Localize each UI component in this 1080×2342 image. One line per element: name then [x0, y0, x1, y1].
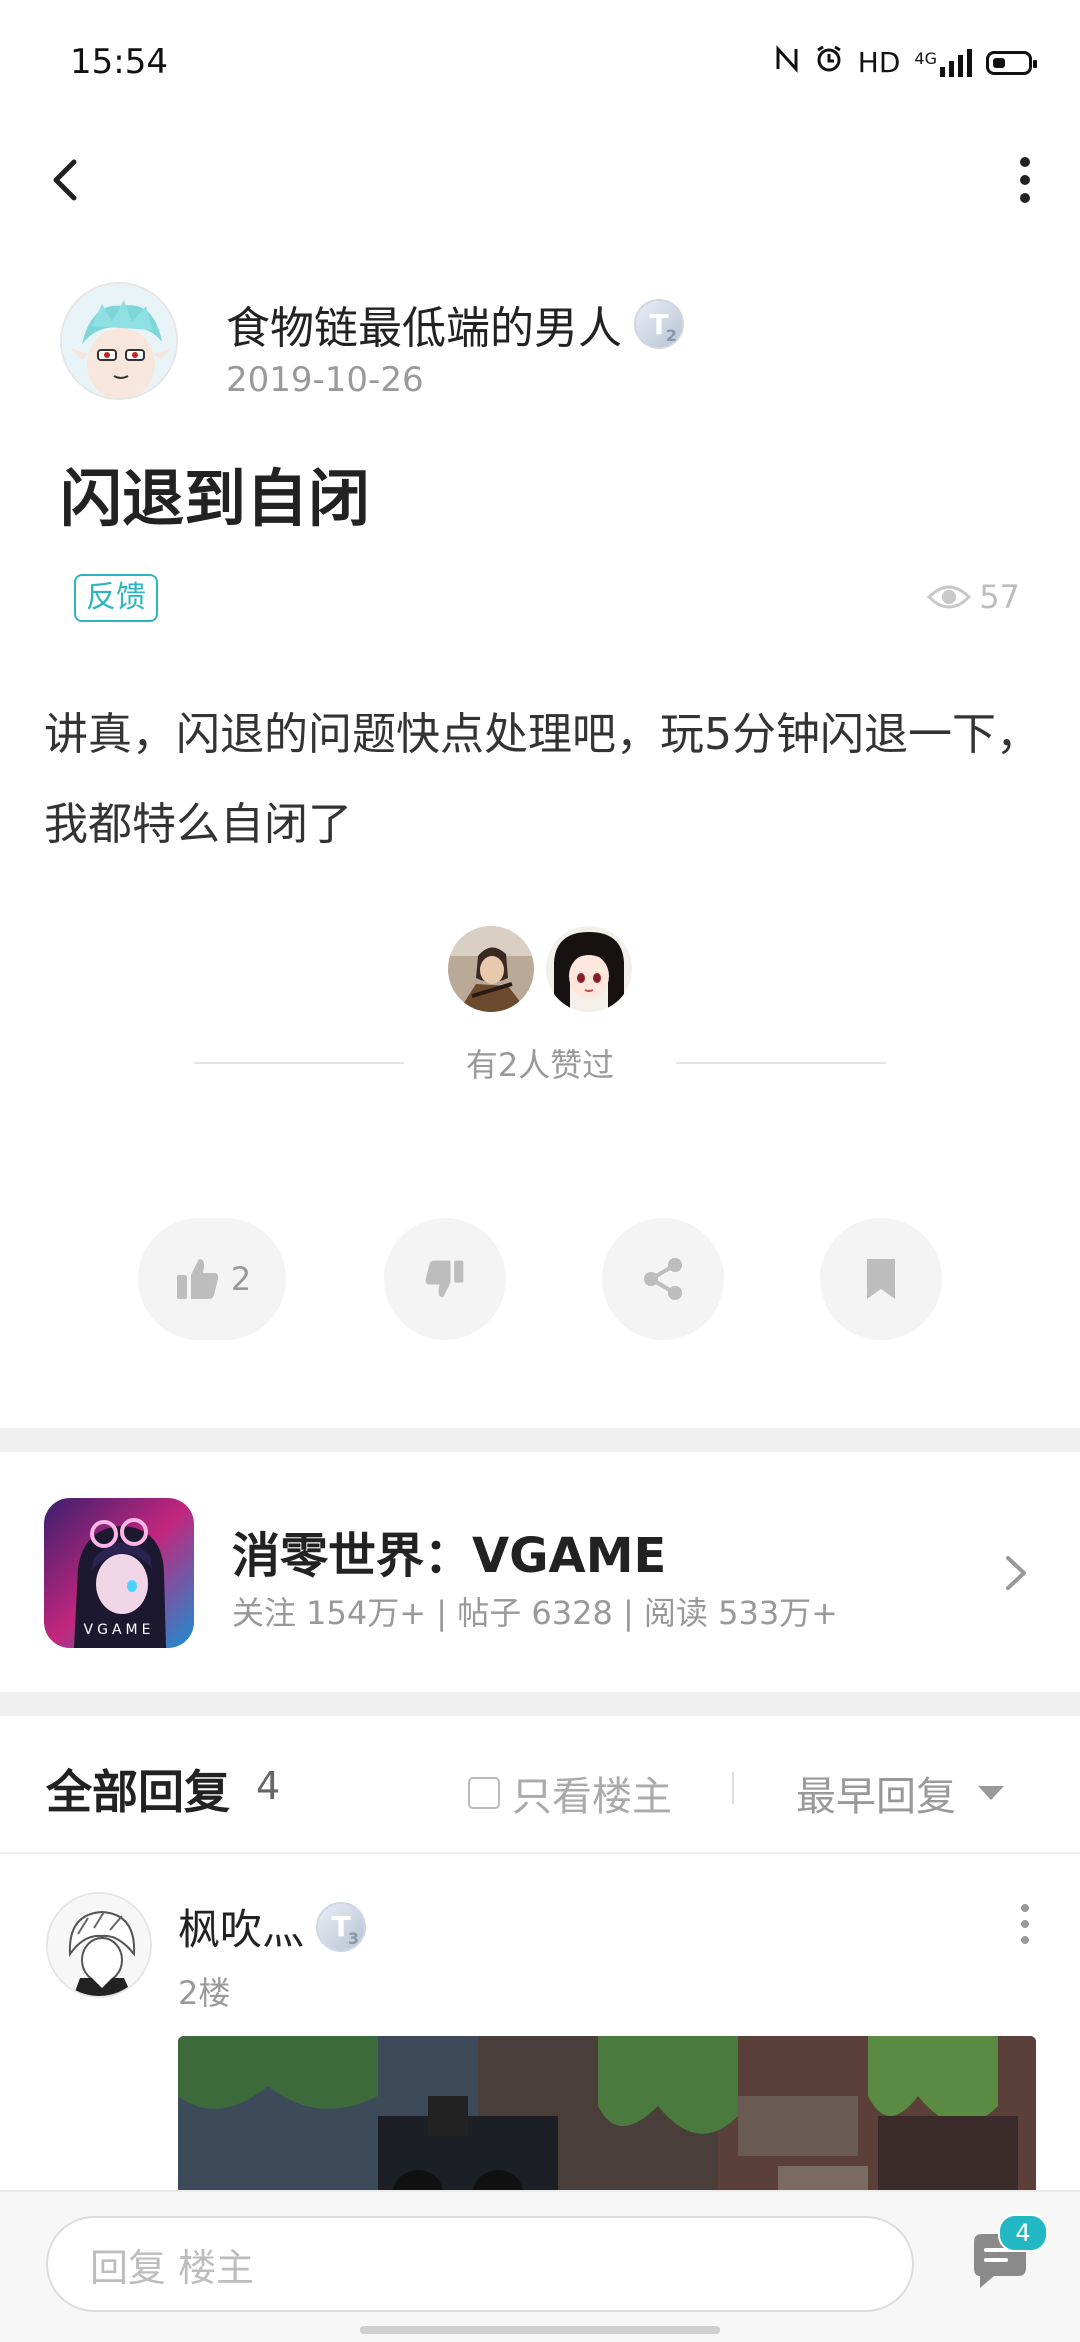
forum-stats: 关注 154万+ | 帖子 6328 | 阅读 533万+ — [232, 1594, 838, 1632]
post-title: 闪退到自闭 — [60, 462, 371, 535]
section-divider — [0, 1428, 1080, 1452]
more-vertical-icon — [1020, 157, 1030, 203]
eye-icon — [927, 585, 972, 609]
back-button[interactable] — [40, 150, 90, 210]
likes-summary: 有2人赞过 — [465, 1046, 615, 1084]
liker-avatar[interactable] — [448, 926, 534, 1012]
reply-username[interactable]: 枫吹灬 — [178, 1896, 304, 1957]
status-icons: HD 4G — [774, 44, 1037, 81]
only-owner-toggle[interactable]: 只看楼主 — [468, 1764, 672, 1822]
replies-title: 全部回复 — [46, 1765, 230, 1819]
forum-icon[interactable]: VGAME — [44, 1498, 194, 1648]
network-label: 4G — [914, 48, 937, 68]
level-badge-icon: T 3 — [316, 1901, 367, 1952]
divider-line — [0, 1852, 1080, 1854]
author-avatar[interactable] — [60, 282, 178, 400]
separator — [732, 1772, 734, 1804]
more-vertical-icon — [1021, 1904, 1029, 1944]
alarm-icon — [814, 44, 844, 81]
only-owner-label: 只看楼主 — [512, 1774, 672, 1820]
thumbs-down-icon — [425, 1260, 464, 1298]
forum-enter-button[interactable] — [996, 1548, 1036, 1598]
post-body: 讲真，闪退的问题快点处理吧，玩5分钟闪退一下，我都特么自闭了 — [44, 709, 1040, 850]
replies-count: 4 — [256, 1764, 281, 1808]
level-number: 3 — [347, 1928, 360, 1948]
level-badge-icon: T 2 — [634, 299, 684, 349]
view-count-value: 57 — [979, 578, 1020, 616]
svg-text:VGAME: VGAME — [84, 1622, 155, 1638]
section-divider — [0, 1692, 1080, 1716]
liker-avatar[interactable] — [546, 926, 632, 1012]
status-time: 15:54 — [70, 42, 168, 82]
share-button[interactable] — [602, 1218, 724, 1340]
thumbs-up-icon — [176, 1259, 219, 1299]
reply-avatar[interactable] — [46, 1892, 152, 1998]
sort-label: 最早回复 — [796, 1774, 956, 1820]
reply-more-button[interactable] — [1010, 1900, 1040, 1950]
battery-fill — [993, 57, 1005, 68]
like-count: 2 — [230, 1260, 252, 1298]
battery-icon — [986, 50, 1037, 75]
comment-count-badge: 4 — [998, 2214, 1048, 2252]
signal-icon: 4G — [914, 48, 972, 77]
reply-name-row: 枫吹灬 T 3 — [178, 1896, 367, 1957]
author-name[interactable]: 食物链最低端的男人 — [226, 292, 622, 356]
post-date: 2019-10-26 — [226, 360, 424, 400]
checkbox-icon[interactable] — [468, 1777, 500, 1809]
sort-dropdown[interactable]: 最早回复 — [796, 1764, 1004, 1822]
caret-down-icon — [978, 1786, 1004, 1800]
level-number: 2 — [665, 326, 677, 345]
chevron-right-icon — [1006, 1556, 1026, 1590]
forum-name[interactable]: 消零世界：VGAME — [232, 1516, 666, 1586]
view-count: 57 — [927, 578, 1020, 616]
nfc-icon — [774, 45, 800, 80]
reply-floor: 2楼 — [178, 1974, 231, 2012]
hd-indicator: HD — [857, 46, 901, 79]
share-icon — [644, 1258, 682, 1300]
bookmark-button[interactable] — [820, 1218, 942, 1340]
post-tag[interactable]: 反馈 — [74, 574, 158, 622]
author-name-row: 食物链最低端的男人 T 2 — [226, 292, 684, 356]
more-options-button[interactable] — [1000, 150, 1050, 210]
like-button[interactable]: 2 — [138, 1218, 286, 1340]
reply-input[interactable]: 回复 楼主 — [46, 2216, 914, 2312]
bookmark-icon — [867, 1259, 895, 1299]
dislike-button[interactable] — [384, 1218, 506, 1340]
home-indicator[interactable] — [360, 2326, 720, 2334]
chevron-left-icon — [53, 159, 77, 201]
